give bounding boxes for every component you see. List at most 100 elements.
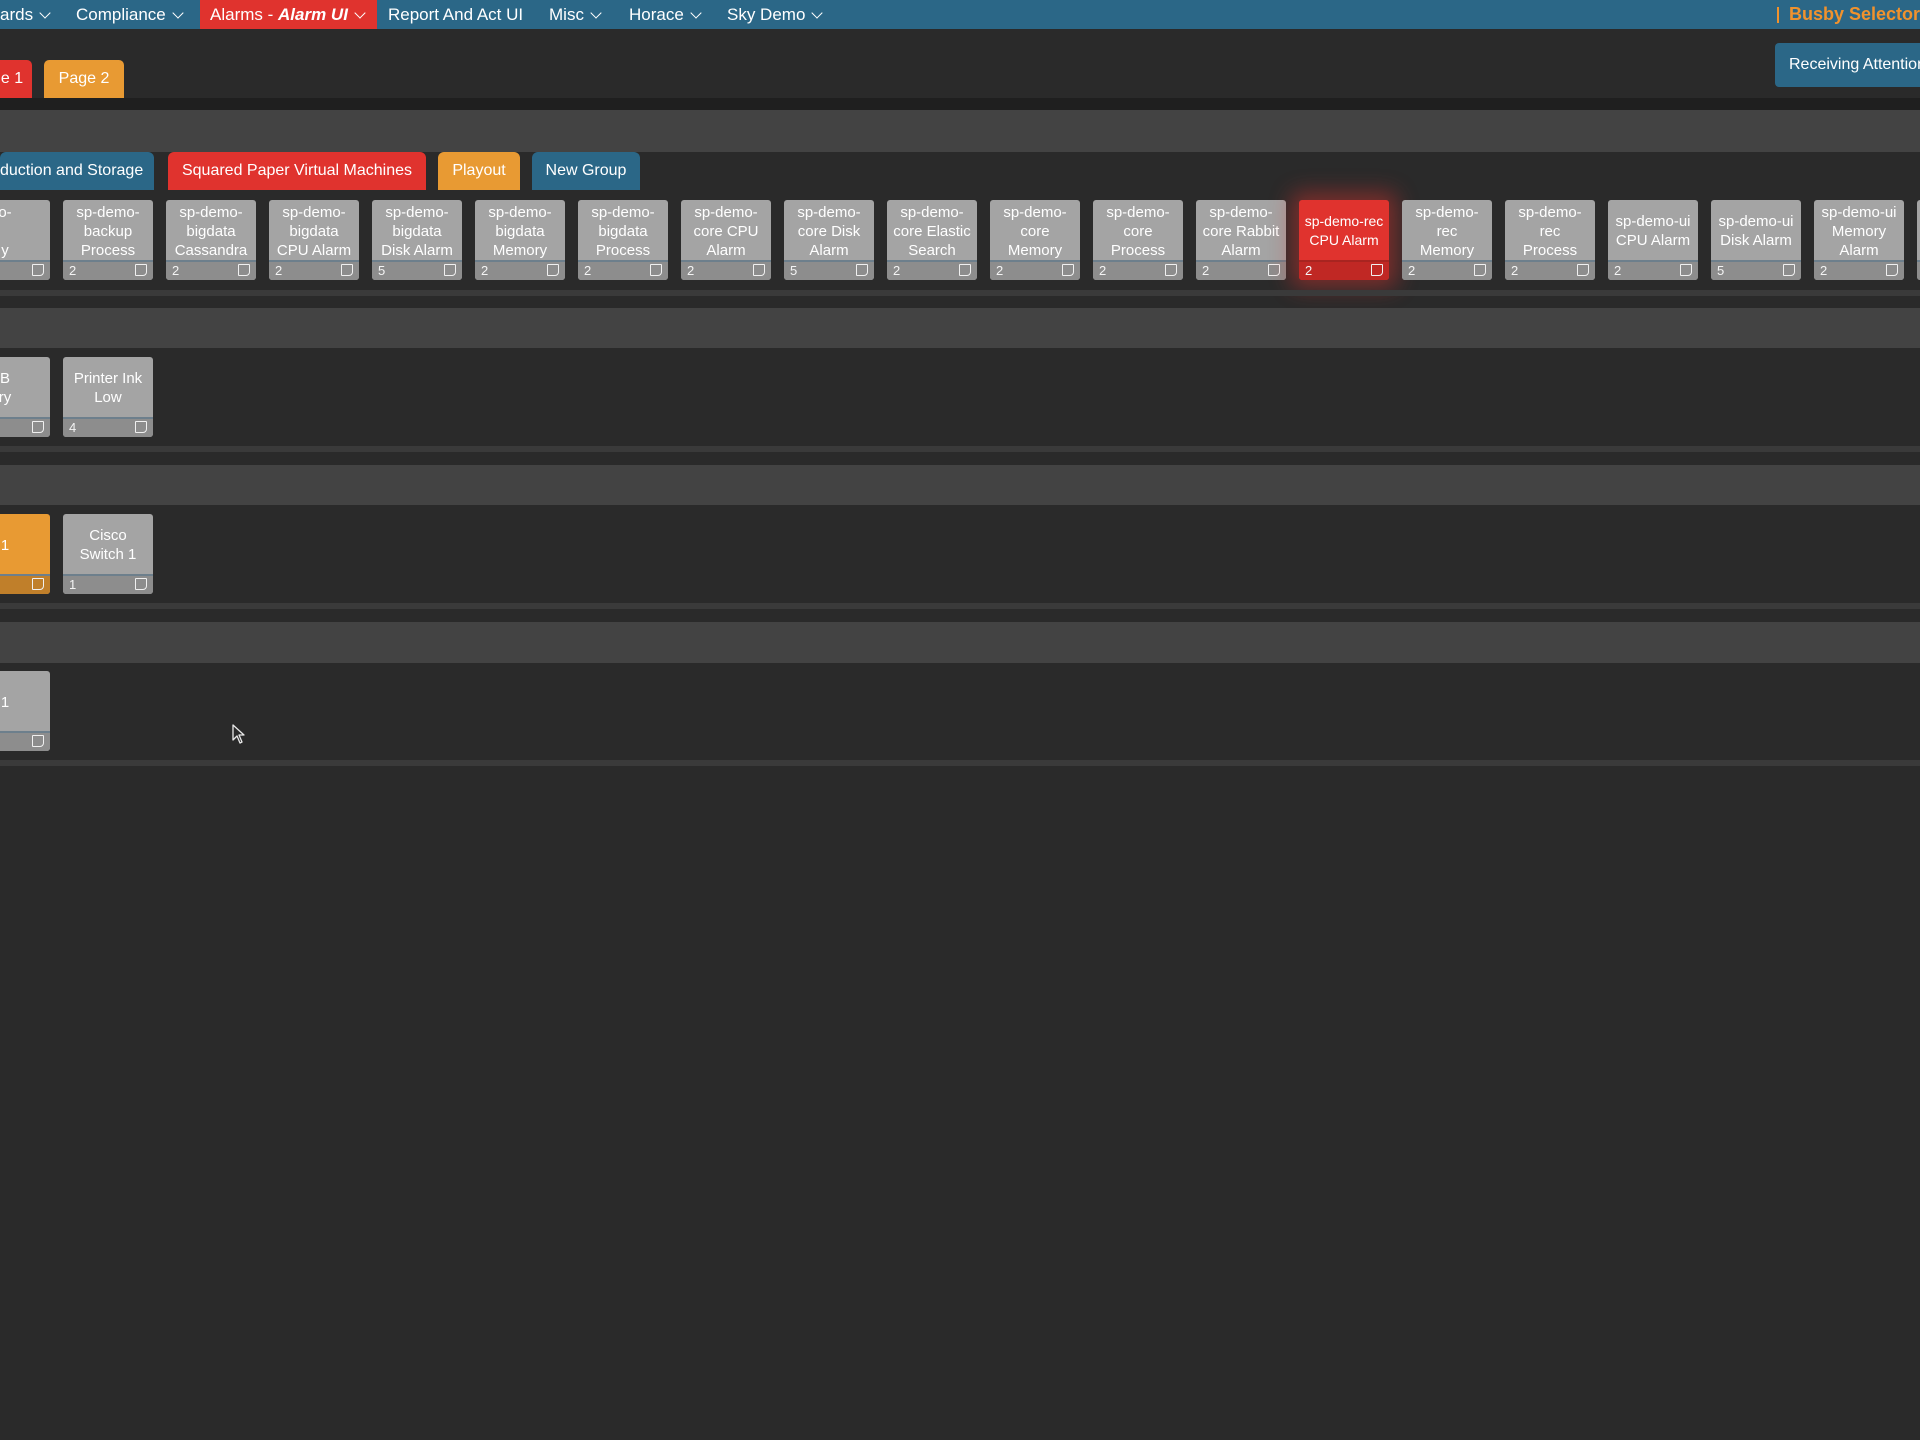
page-tab-label: e 1 bbox=[0, 70, 24, 87]
alarm-tile-footer: 2 bbox=[1505, 260, 1595, 280]
alarm-tile[interactable]: Printer Ink Low 4 bbox=[63, 357, 153, 437]
note-icon[interactable] bbox=[856, 264, 868, 276]
alarm-tile-name: Printer Ink Low bbox=[73, 370, 143, 406]
alarm-tile[interactable]: sp-demo-core Memory 2 bbox=[990, 200, 1080, 280]
group-tab-playout[interactable]: Playout bbox=[438, 152, 520, 190]
busby-selector[interactable]: Busby Selector bbox=[1776, 0, 1920, 29]
chevron-down-icon bbox=[354, 6, 366, 19]
nav-item-dashboards[interactable]: ards bbox=[0, 0, 59, 29]
alarm-tile[interactable]: sp-demo-bigdata Disk Alarm 5 bbox=[372, 200, 462, 280]
alarm-tile[interactable]: Cisco Switch 11 bbox=[63, 514, 153, 594]
note-icon[interactable] bbox=[444, 264, 456, 276]
alarm-count: 5 bbox=[1717, 263, 1725, 278]
note-icon[interactable] bbox=[547, 264, 559, 276]
receiving-attention-button[interactable]: Receiving Attention bbox=[1775, 43, 1920, 87]
note-icon[interactable] bbox=[1165, 264, 1177, 276]
row-divider bbox=[0, 446, 1920, 452]
nav-item-compliance[interactable]: Compliance bbox=[66, 0, 192, 29]
note-icon[interactable] bbox=[135, 578, 147, 590]
alarm-tile[interactable]: sp-demo-rec Memory 2 bbox=[1402, 200, 1492, 280]
alarm-tile-footer: 2 bbox=[166, 260, 256, 280]
note-icon[interactable] bbox=[135, 264, 147, 276]
nav-item-report-and-act[interactable]: Report And Act UI bbox=[378, 0, 533, 29]
page-tab-1[interactable]: e 1 bbox=[0, 60, 32, 98]
alarm-tile[interactable]: sp-demo-ui Memory Alarm 2 bbox=[1814, 200, 1904, 280]
alarm-count: 2 bbox=[1820, 263, 1828, 278]
page-divider bbox=[0, 98, 1920, 110]
alarm-tile[interactable]: sp-demo-core Disk Alarm 5 bbox=[784, 200, 874, 280]
alarm-tile-footer: 2 bbox=[1093, 260, 1183, 280]
alarm-tile-name: 1 bbox=[0, 536, 10, 554]
note-icon[interactable] bbox=[959, 264, 971, 276]
alarm-count: 2 bbox=[481, 263, 489, 278]
row-divider bbox=[0, 603, 1920, 609]
alarm-tile[interactable]: sp-demo-core Elastic Search 2 bbox=[887, 200, 977, 280]
alarm-tile[interactable]: sp-demo-bigdata Cassandra 2 bbox=[166, 200, 256, 280]
alarm-count: 2 bbox=[69, 263, 77, 278]
row-divider bbox=[0, 760, 1920, 766]
alarm-tile-footer: 5 bbox=[1711, 260, 1801, 280]
alarm-tile-name: sp-demo-rec Memory bbox=[1415, 203, 1479, 259]
group-header-band bbox=[0, 622, 1920, 663]
note-icon[interactable] bbox=[1062, 264, 1074, 276]
note-icon[interactable] bbox=[1577, 264, 1589, 276]
note-icon[interactable] bbox=[753, 264, 765, 276]
alarm-tile[interactable]: 1 bbox=[0, 514, 50, 594]
note-icon[interactable] bbox=[1371, 264, 1383, 276]
alarm-tile-footer: 2 bbox=[681, 260, 771, 280]
alarm-tile[interactable]: sp-demo-core Process 2 bbox=[1093, 200, 1183, 280]
alarm-tile[interactable]: sp-demo-bigdata Memory 2 bbox=[475, 200, 565, 280]
group-tab-squared-paper-vms[interactable]: Squared Paper Virtual Machines bbox=[168, 152, 426, 190]
alarm-tile-footer: 2 bbox=[63, 260, 153, 280]
chevron-down-icon bbox=[690, 6, 702, 19]
alarm-tile-footer: 5 bbox=[372, 260, 462, 280]
alarm-tile[interactable]: sp-demo-rec Process 2 bbox=[1505, 200, 1595, 280]
note-icon[interactable] bbox=[650, 264, 662, 276]
alarm-count: 2 bbox=[1511, 263, 1519, 278]
nav-item-misc[interactable]: Misc bbox=[539, 0, 610, 29]
alarm-tile-name: sp-demo-core Rabbit Alarm bbox=[1202, 203, 1280, 259]
alarm-count: 2 bbox=[1099, 263, 1107, 278]
note-icon[interactable] bbox=[32, 735, 44, 747]
alarm-tile[interactable]: sp-demo-bigdata Process 2 bbox=[578, 200, 668, 280]
nav-item-alarms[interactable]: Alarms - Alarm UI bbox=[200, 0, 377, 29]
group-tab-label: duction and Storage bbox=[0, 162, 144, 179]
alarm-tile[interactable]: Bry bbox=[0, 357, 50, 437]
alarm-tile[interactable]: sp-demo-ui CPU Alarm 2 bbox=[1608, 200, 1698, 280]
note-icon[interactable] bbox=[1886, 264, 1898, 276]
alarm-tile[interactable]: sp-demo-bigdata CPU Alarm 2 bbox=[269, 200, 359, 280]
alarm-tile[interactable]: sp-demo-ui Disk Alarm 5 bbox=[1711, 200, 1801, 280]
alarm-tile[interactable]: sp-demo-backup Process 2 bbox=[63, 200, 153, 280]
note-icon[interactable] bbox=[135, 421, 147, 433]
alarm-tile-name: Bry bbox=[0, 370, 12, 406]
alarm-tile-footer bbox=[0, 417, 50, 437]
alarm-tile-footer: 2 bbox=[1196, 260, 1286, 280]
alarm-tile[interactable]: sp-demo-core Rabbit Alarm 2 bbox=[1196, 200, 1286, 280]
group-tab-label: New Group bbox=[545, 162, 627, 179]
alarm-tile[interactable]: 1 bbox=[0, 671, 50, 751]
note-icon[interactable] bbox=[1268, 264, 1280, 276]
note-icon[interactable] bbox=[32, 264, 44, 276]
nav-item-sky-demo[interactable]: Sky Demo bbox=[717, 0, 831, 29]
nav-item-horace[interactable]: Horace bbox=[619, 0, 710, 29]
note-icon[interactable] bbox=[32, 578, 44, 590]
group-tab-new-group[interactable]: New Group bbox=[532, 152, 640, 190]
note-icon[interactable] bbox=[341, 264, 353, 276]
note-icon[interactable] bbox=[238, 264, 250, 276]
alarm-count: 2 bbox=[584, 263, 592, 278]
alarm-count: 2 bbox=[1614, 263, 1622, 278]
alarm-tile[interactable]: sp-demo-rec CPU Alarm 2 bbox=[1299, 200, 1389, 280]
note-icon[interactable] bbox=[1474, 264, 1486, 276]
alarm-count: 4 bbox=[69, 420, 77, 435]
note-icon[interactable] bbox=[1680, 264, 1692, 276]
page-tab-2[interactable]: Page 2 bbox=[44, 60, 124, 98]
receiving-attention-label: Receiving Attention bbox=[1789, 56, 1920, 73]
alarm-tile[interactable]: o-y bbox=[0, 200, 50, 280]
alarm-tile[interactable]: sp-demo-core CPU Alarm 2 bbox=[681, 200, 771, 280]
note-icon[interactable] bbox=[32, 421, 44, 433]
alarm-tile-name: sp-demo-rec CPU Alarm bbox=[1304, 213, 1384, 248]
note-icon[interactable] bbox=[1783, 264, 1795, 276]
alarm-tile-footer: 5 bbox=[784, 260, 874, 280]
group-tab-production-storage[interactable]: duction and Storage bbox=[0, 152, 154, 190]
alarm-tile-footer: 4 bbox=[63, 417, 153, 437]
